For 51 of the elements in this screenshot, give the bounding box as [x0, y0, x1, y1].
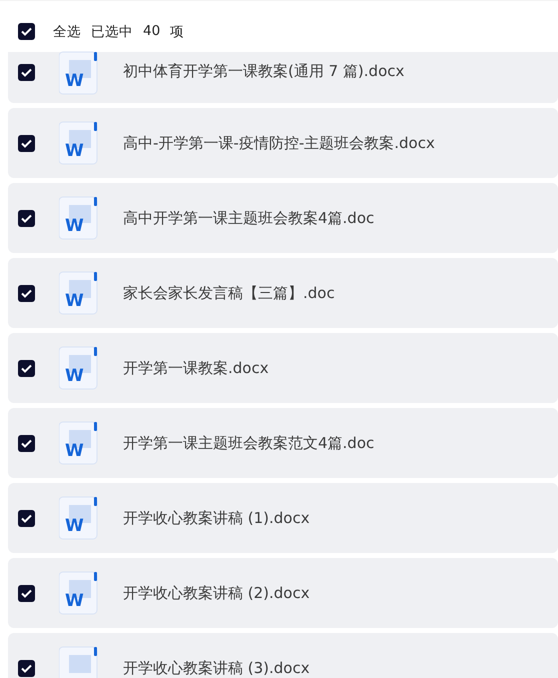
- file-name: 高中-开学第一课-疫情防控-主题班会教案.docx: [123, 134, 435, 152]
- file-name: 开学第一课主题班会教案范文4篇.doc: [123, 434, 374, 452]
- file-row[interactable]: W 初中体育开学第一课教案(通用 7 篇).docx: [8, 52, 558, 103]
- file-name: 开学收心教案讲稿 (3).docx: [123, 658, 310, 678]
- selected-count: 40: [143, 22, 160, 40]
- file-checkbox[interactable]: [18, 434, 35, 452]
- file-name: 高中开学第一课主题班会教案4篇.doc: [123, 208, 374, 228]
- checkmark-icon: [21, 364, 32, 372]
- checkmark-icon: [21, 288, 32, 298]
- file-checkbox[interactable]: [18, 360, 35, 376]
- file-checkbox[interactable]: [18, 510, 35, 526]
- file-checkbox[interactable]: [18, 64, 35, 81]
- file-row[interactable]: W 高中开学第一课主题班会教案4篇.doc: [8, 183, 558, 253]
- file-checkbox[interactable]: [18, 210, 35, 226]
- file-checkbox[interactable]: [18, 284, 35, 302]
- file-row[interactable]: W 开学第一课教案.docx: [8, 333, 558, 403]
- file-checkbox[interactable]: [18, 584, 35, 602]
- checkmark-icon: [21, 68, 32, 77]
- select-all-checkbox[interactable]: [18, 23, 35, 40]
- word-document-icon: W: [59, 421, 99, 465]
- selected-label: 已选中: [91, 22, 133, 40]
- file-row[interactable]: 开学收心教案讲稿 (3).docx: [8, 633, 558, 678]
- select-all-label: 全选: [53, 22, 81, 40]
- checkmark-icon: [21, 27, 32, 36]
- word-document-icon: W: [59, 346, 99, 390]
- word-document-icon: W: [59, 196, 99, 240]
- file-row[interactable]: W 开学收心教案讲稿 (2).docx: [8, 558, 558, 628]
- file-checkbox[interactable]: [18, 134, 35, 152]
- checkmark-icon: [21, 214, 32, 222]
- word-document-icon: W: [59, 496, 99, 540]
- file-row[interactable]: W 开学收心教案讲稿 (1).docx: [8, 483, 558, 553]
- word-document-icon: W: [59, 571, 99, 615]
- checkmark-icon: [21, 514, 32, 522]
- file-row[interactable]: W 高中-开学第一课-疫情防控-主题班会教案.docx: [8, 108, 558, 178]
- file-name: 开学收心教案讲稿 (2).docx: [123, 584, 310, 602]
- file-row[interactable]: W 家长会家长发言稿【三篇】.doc: [8, 258, 558, 328]
- file-name: 开学收心教案讲稿 (1).docx: [123, 508, 310, 528]
- checkmark-icon: [21, 664, 32, 672]
- word-document-icon: W: [59, 271, 99, 315]
- checkmark-icon: [21, 438, 32, 448]
- file-name: 初中体育开学第一课教案(通用 7 篇).docx: [123, 62, 404, 81]
- file-checkbox[interactable]: [18, 660, 35, 676]
- file-name: 家长会家长发言稿【三篇】.doc: [123, 284, 335, 302]
- checkmark-icon: [21, 588, 32, 598]
- file-row[interactable]: W 开学第一课主题班会教案范文4篇.doc: [8, 408, 558, 478]
- unit-label: 项: [170, 22, 184, 40]
- checkmark-icon: [21, 138, 32, 148]
- word-document-icon: W: [59, 51, 99, 95]
- file-name: 开学第一课教案.docx: [123, 358, 269, 378]
- word-document-icon: [59, 646, 99, 678]
- word-document-icon: W: [59, 121, 99, 165]
